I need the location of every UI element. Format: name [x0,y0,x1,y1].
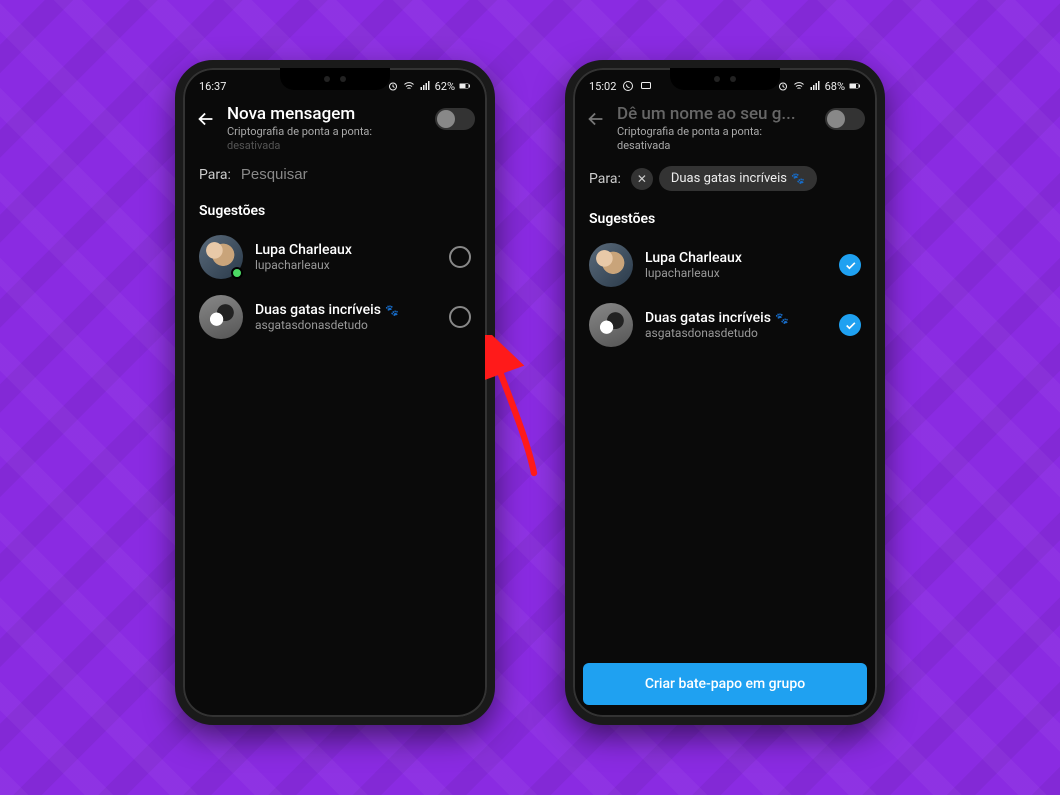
status-battery: 62% [435,80,455,93]
contact-name: Lupa Charleaux [645,250,827,266]
recipient-label: Para: [199,167,231,183]
battery-icon [459,80,471,92]
encryption-toggle[interactable] [825,108,865,130]
chip-label: Duas gatas incríveis [671,171,787,186]
contact-text: Lupa Charleaux lupacharleaux [255,242,437,272]
select-radio[interactable] [449,306,471,328]
status-time: 16:37 [199,80,226,93]
signal-icon [419,80,431,92]
selected-check-icon[interactable] [839,254,861,276]
avatar [199,235,243,279]
status-battery: 68% [825,80,845,93]
back-icon[interactable] [195,108,217,130]
header-subtitle-1: Criptografia de ponta a ponta: [227,125,425,138]
avatar [199,295,243,339]
screen-right: 15:02 68% Dê um nome ao seu g... Criptog… [573,68,877,717]
recipient-row: Para: [183,152,487,189]
lock-icon [441,113,451,123]
status-time: 15:02 [589,80,616,93]
header: Nova mensagem Criptografia de ponta a po… [183,96,487,152]
recipient-label: Para: [589,171,621,187]
header-text: Nova mensagem Criptografia de ponta a po… [227,104,425,152]
contact-username: asgatasdonasdetudo [645,326,827,340]
contact-row[interactable]: Duas gatas incríveis 🐾 asgatasdonasdetud… [573,295,877,355]
recipient-row: Para: ✕ Duas gatas incríveis 🐾 [573,152,877,197]
wifi-icon [403,80,415,92]
lock-icon [831,113,841,123]
battery-icon [849,80,861,92]
encryption-toggle[interactable] [435,108,475,130]
avatar [589,303,633,347]
wifi-icon [793,80,805,92]
remove-chip-icon[interactable]: ✕ [631,168,653,190]
message-icon [640,80,652,92]
create-group-button[interactable]: Criar bate-papo em grupo [583,663,867,705]
header-subtitle-1: Criptografia de ponta a ponta: [617,125,815,138]
phone-notch [670,68,780,90]
contact-row[interactable]: Duas gatas incríveis 🐾 asgatasdonasdetud… [183,287,487,347]
contact-text: Lupa Charleaux lupacharleaux [645,250,827,280]
signal-icon [809,80,821,92]
contact-username: lupacharleaux [645,266,827,280]
phone-right: 15:02 68% Dê um nome ao seu g... Criptog… [565,60,885,725]
contact-text: Duas gatas incríveis 🐾 asgatasdonasdetud… [255,302,437,332]
phone-pair: 16:37 62% Nova mensagem Criptografia de … [0,0,1060,725]
contact-name: Duas gatas incríveis 🐾 [645,310,827,326]
chip-row: ✕ Duas gatas incríveis 🐾 [631,166,861,191]
header-text: Dê um nome ao seu g... Criptografia de p… [617,104,815,152]
status-right: 62% [387,80,471,93]
selected-check-icon[interactable] [839,314,861,336]
header-subtitle-2: desativada [617,139,815,152]
header-subtitle-2: desativada [227,139,425,152]
paw-icon: 🐾 [385,304,399,317]
status-right: 68% [777,80,861,93]
paw-icon: 🐾 [791,172,805,185]
page-title: Dê um nome ao seu g... [617,104,815,124]
paw-icon: 🐾 [775,312,789,325]
avatar [589,243,633,287]
suggestions-heading: Sugestões [183,189,487,227]
back-icon[interactable] [585,108,607,130]
online-dot [231,267,243,279]
search-input[interactable] [241,166,471,183]
phone-notch [280,68,390,90]
recipient-chip[interactable]: Duas gatas incríveis 🐾 [659,166,817,191]
screen-left: 16:37 62% Nova mensagem Criptografia de … [183,68,487,717]
contact-text: Duas gatas incríveis 🐾 asgatasdonasdetud… [645,310,827,340]
contact-name: Lupa Charleaux [255,242,437,258]
contact-username: lupacharleaux [255,258,437,272]
contact-name: Duas gatas incríveis 🐾 [255,302,437,318]
contact-row[interactable]: Lupa Charleaux lupacharleaux [183,227,487,287]
select-radio[interactable] [449,246,471,268]
header: Dê um nome ao seu g... Criptografia de p… [573,96,877,152]
contact-username: asgatasdonasdetudo [255,318,437,332]
contact-row[interactable]: Lupa Charleaux lupacharleaux [573,235,877,295]
whatsapp-icon [622,80,634,92]
phone-left: 16:37 62% Nova mensagem Criptografia de … [175,60,495,725]
page-title: Nova mensagem [227,104,425,124]
suggestions-heading: Sugestões [573,197,877,235]
